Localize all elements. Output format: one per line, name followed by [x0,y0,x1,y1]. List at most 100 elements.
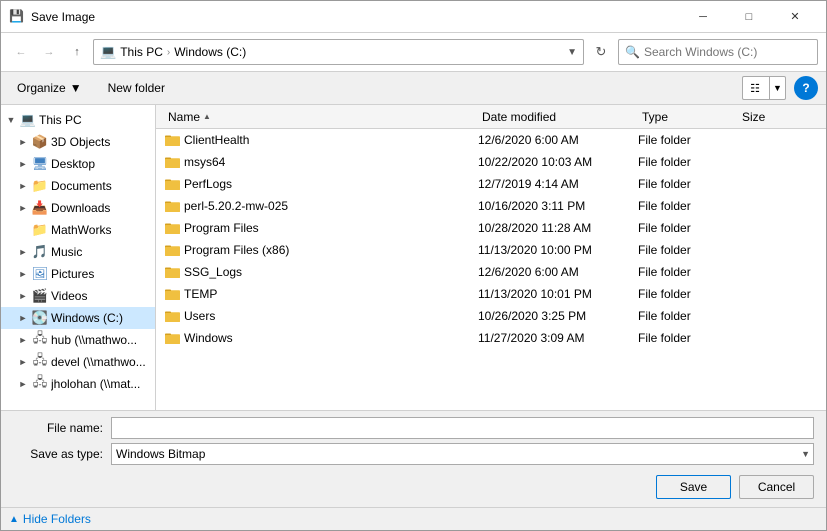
file-name: msys64 [184,155,478,169]
new-folder-label: New folder [108,81,165,95]
maximize-button[interactable]: □ [726,1,772,33]
back-button[interactable]: ← [9,40,33,64]
new-folder-button[interactable]: New folder [98,78,175,98]
sidebar-item-windows-c[interactable]: ► 💽 Windows (C:) [1,307,155,329]
expand-icon-documents: ► [17,180,29,192]
file-date: 11/27/2020 3:09 AM [478,331,638,345]
folder-icon [164,132,180,148]
file-date: 12/6/2020 6:00 AM [478,133,638,147]
sidebar-item-videos[interactable]: ► 🎬 Videos [1,285,155,307]
close-button[interactable]: ✕ [772,1,818,33]
help-button[interactable]: ? [794,76,818,100]
icon-3d-objects: 📦 [32,134,48,150]
file-list-scroll[interactable]: ClientHealth12/6/2020 6:00 AMFile folder… [156,129,826,410]
save-button[interactable]: Save [656,475,731,499]
file-row[interactable]: Windows11/27/2020 3:09 AMFile folder [156,327,826,349]
main-content: ▼ 💻 This PC ► 📦 3D Objects ► 🖥 Desktop [1,105,826,410]
savetype-label: Save as type: [13,447,103,461]
file-row[interactable]: SSG_Logs12/6/2020 6:00 AMFile folder [156,261,826,283]
sidebar-item-this-pc[interactable]: ▼ 💻 This PC [1,109,155,131]
cancel-button[interactable]: Cancel [739,475,814,499]
file-name: ClientHealth [184,133,478,147]
expand-icon-devel: ► [17,356,29,368]
icon-this-pc: 💻 [20,112,36,128]
filename-input[interactable] [111,417,814,439]
savetype-select-wrapper: Windows Bitmap JPEG PNG TIFF GIF ▼ [111,443,814,465]
sidebar-item-documents[interactable]: ► 📁 Documents [1,175,155,197]
folder-icon [164,176,180,192]
file-row[interactable]: ClientHealth12/6/2020 6:00 AMFile folder [156,129,826,151]
file-name: Users [184,309,478,323]
file-date: 12/7/2019 4:14 AM [478,177,638,191]
search-box[interactable]: 🔍 [618,39,818,65]
sidebar-item-hub[interactable]: ► 🖧 hub (\\mathwo... [1,329,155,351]
filename-row: File name: [13,417,814,439]
file-type: File folder [638,309,738,323]
forward-button[interactable]: → [37,40,61,64]
refresh-button[interactable]: ↻ [588,39,614,65]
view-icon-button[interactable]: ☷ [743,77,767,99]
up-button[interactable]: ↑ [65,40,89,64]
bottom-area: File name: Save as type: Windows Bitmap … [1,410,826,475]
sidebar-item-jholohan[interactable]: ► 🖧 jholohan (\\mat... [1,373,155,395]
second-toolbar: Organize ▼ New folder ☷ ▼ ? [1,72,826,105]
file-name: perl-5.20.2-mw-025 [184,199,478,213]
icon-jholohan: 🖧 [32,376,48,392]
file-row[interactable]: msys6410/22/2020 10:03 AMFile folder [156,151,826,173]
expand-icon-music: ► [17,246,29,258]
file-type: File folder [638,243,738,257]
file-row[interactable]: PerfLogs12/7/2019 4:14 AMFile folder [156,173,826,195]
sidebar-item-mathworks[interactable]: ► 📁 MathWorks [1,219,155,241]
dialog-icon: 💾 [9,9,25,25]
file-row[interactable]: TEMP11/13/2020 10:01 PMFile folder [156,283,826,305]
label-this-pc: This PC [39,113,82,127]
file-date: 10/22/2020 10:03 AM [478,155,638,169]
filename-label: File name: [13,421,103,435]
label-3d-objects: 3D Objects [51,135,110,149]
sidebar-item-downloads[interactable]: ► 📥 Downloads [1,197,155,219]
col-header-date[interactable]: Date modified [478,105,638,128]
hide-folders-icon: ▲ [9,514,19,525]
col-header-size[interactable]: Size [738,105,818,128]
view-chevron-button[interactable]: ▼ [769,77,785,99]
file-row[interactable]: Users10/26/2020 3:25 PMFile folder [156,305,826,327]
address-bar[interactable]: 💻 This PC › Windows (C:) ▼ [93,39,584,65]
search-input[interactable] [644,45,811,59]
sidebar-item-devel[interactable]: ► 🖧 devel (\\mathwo... [1,351,155,373]
file-row[interactable]: Program Files10/28/2020 11:28 AMFile fol… [156,217,826,239]
organize-button[interactable]: Organize ▼ [9,78,90,98]
folder-icon [164,242,180,258]
label-downloads: Downloads [51,201,110,215]
minimize-button[interactable]: ─ [680,1,726,33]
title-bar: 💾 Save Image ─ □ ✕ [1,1,826,33]
col-header-name[interactable]: Name ▲ [164,105,478,128]
label-documents: Documents [51,179,112,193]
dialog-title: Save Image [31,10,680,24]
search-icon: 🔍 [625,45,640,59]
file-type: File folder [638,199,738,213]
col-header-type[interactable]: Type [638,105,738,128]
icon-windows-c: 💽 [32,310,48,326]
sidebar-item-pictures[interactable]: ► 🖼 Pictures [1,263,155,285]
sidebar-item-3d-objects[interactable]: ► 📦 3D Objects [1,131,155,153]
sort-arrow-icon: ▲ [203,112,211,121]
label-music: Music [51,245,82,259]
expand-icon-this-pc: ▼ [5,114,17,126]
sidebar-item-music[interactable]: ► 🎵 Music [1,241,155,263]
file-type: File folder [638,221,738,235]
label-hub: hub (\\mathwo... [51,333,137,347]
folder-icon [164,330,180,346]
address-dropdown-icon: ▼ [567,47,577,58]
save-image-dialog: 💾 Save Image ─ □ ✕ ← → ↑ 💻 This PC › Win… [0,0,827,531]
expand-icon-hub: ► [17,334,29,346]
file-date: 12/6/2020 6:00 AM [478,265,638,279]
file-row[interactable]: Program Files (x86)11/13/2020 10:00 PMFi… [156,239,826,261]
file-date: 10/28/2020 11:28 AM [478,221,638,235]
file-type: File folder [638,287,738,301]
savetype-select[interactable]: Windows Bitmap JPEG PNG TIFF GIF [111,443,814,465]
hide-folders-bar[interactable]: ▲ Hide Folders [1,507,826,530]
hide-folders-label: Hide Folders [23,512,91,526]
sidebar-item-desktop[interactable]: ► 🖥 Desktop [1,153,155,175]
file-row[interactable]: perl-5.20.2-mw-02510/16/2020 3:11 PMFile… [156,195,826,217]
file-type: File folder [638,331,738,345]
